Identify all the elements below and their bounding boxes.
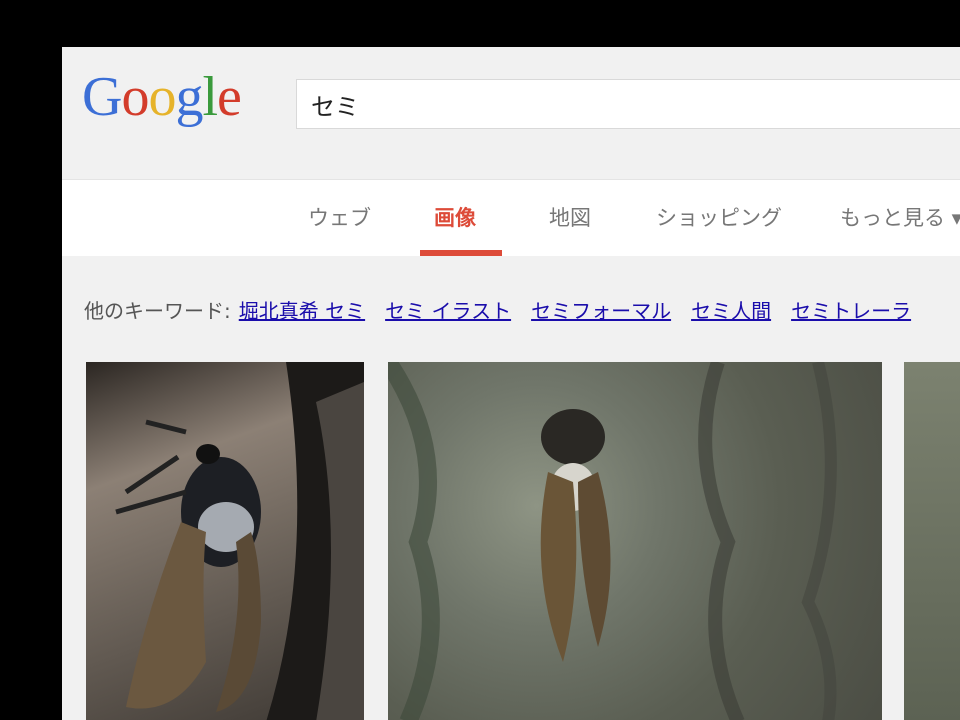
search-input[interactable] — [311, 88, 951, 120]
logo-letter: l — [202, 66, 218, 128]
search-header: Google — [62, 47, 960, 180]
tab-images[interactable]: 画像 — [434, 202, 476, 232]
related-keywords: 他のキーワード: 堀北真希 セミ セミ イラスト セミフォーマル セミ人間 セミトレーラ — [84, 295, 911, 324]
tab-web[interactable]: ウェブ — [308, 202, 371, 232]
google-logo[interactable]: Google — [82, 66, 242, 128]
related-keyword-link[interactable]: セミトレーラ — [791, 299, 911, 323]
related-keywords-label: 他のキーワード: — [84, 299, 231, 323]
logo-letter: o — [121, 66, 149, 128]
search-box[interactable] — [296, 79, 960, 129]
logo-letter: e — [217, 66, 242, 128]
cicada-photo — [115, 362, 364, 720]
related-keyword-link[interactable]: セミ人間 — [691, 299, 771, 323]
related-keyword-link[interactable]: セミ イラスト — [385, 299, 511, 323]
active-tab-indicator — [420, 250, 502, 256]
logo-letter: o — [148, 66, 176, 128]
image-result[interactable] — [388, 362, 882, 720]
tab-more[interactable]: もっと見る ▾ — [840, 202, 960, 232]
logo-letter: G — [82, 66, 122, 128]
image-result[interactable] — [86, 362, 364, 720]
logo-letter: g — [175, 66, 203, 128]
tab-shopping[interactable]: ショッピング — [656, 202, 782, 232]
related-keyword-link[interactable]: 堀北真希 セミ — [239, 299, 365, 323]
tab-maps[interactable]: 地図 — [549, 202, 591, 232]
search-tabs: ウェブ 画像 地図 ショッピング もっと見る ▾ — [62, 180, 960, 256]
image-result[interactable] — [904, 362, 960, 720]
browser-viewport: Google ウェブ 画像 地図 ショッピング もっと見る ▾ 他のキーワード:… — [62, 47, 960, 720]
related-keyword-link[interactable]: セミフォーマル — [531, 299, 671, 323]
cicada-photo — [388, 362, 837, 720]
